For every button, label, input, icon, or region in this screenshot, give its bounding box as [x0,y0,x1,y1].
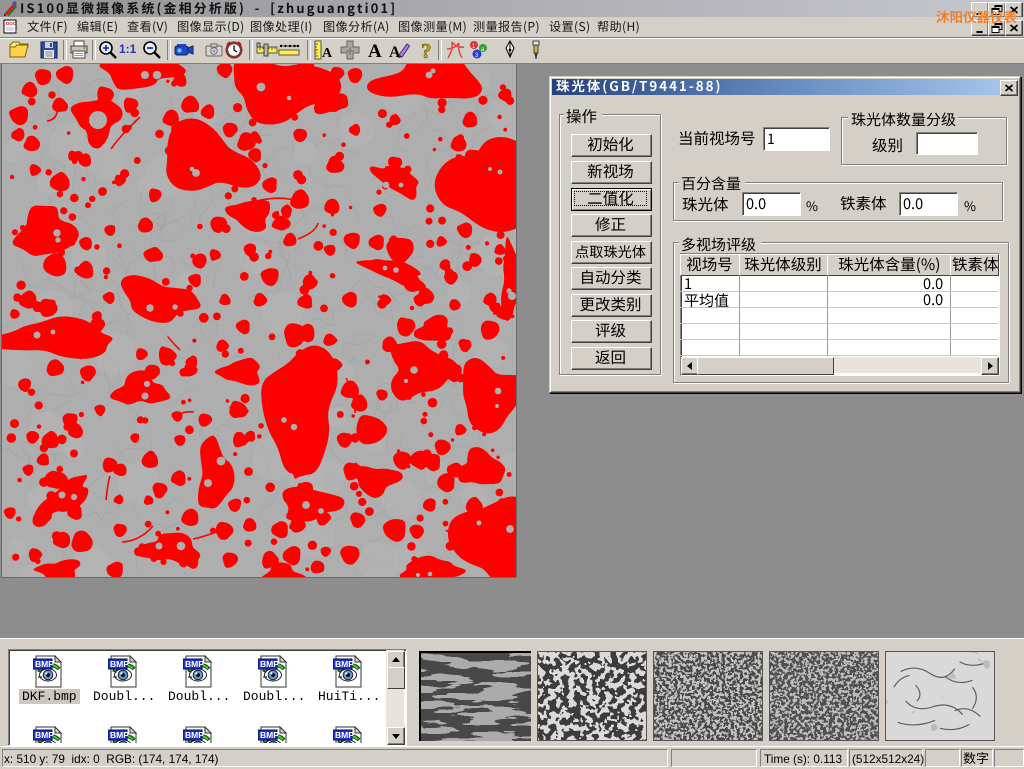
svg-text:A: A [368,41,382,61]
svg-text:DOC: DOC [6,21,17,26]
svg-text:A: A [322,46,333,61]
svg-text:A: A [389,44,401,61]
svg-text:?: ? [421,39,432,61]
